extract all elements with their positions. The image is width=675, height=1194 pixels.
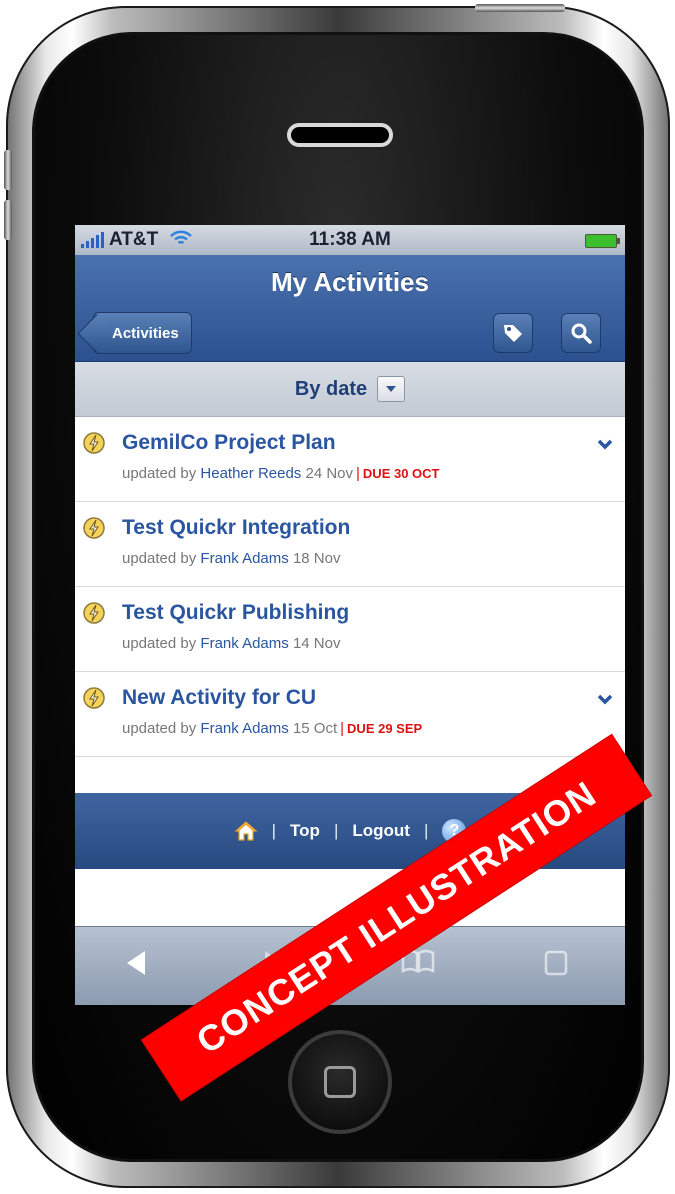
sort-bar[interactable]: By date (75, 362, 625, 417)
sort-label: By date (294, 377, 368, 400)
updated-date: 24 Nov (305, 465, 354, 482)
tag-icon (504, 325, 522, 342)
activity-title[interactable]: Test Quickr Publishing (122, 601, 349, 625)
updated-by-label: updated by (122, 635, 197, 652)
updated-date: 18 Nov (292, 550, 341, 567)
back-arrow-icon[interactable] (123, 949, 149, 977)
author-link[interactable]: Frank Adams (200, 550, 288, 567)
page-title: My Activities (271, 267, 429, 297)
nav-bar: My Activities Activities (75, 255, 625, 362)
activity-meta: updated by Frank Adams 15 Oct | DUE 29 SEP (122, 720, 422, 737)
search-button[interactable] (561, 313, 601, 353)
author-link[interactable]: Frank Adams (200, 720, 288, 737)
back-button-label: Activities (112, 324, 179, 342)
screen: AT&T 11:38 AM My Activities Activities B… (75, 225, 625, 1005)
due-separator: | (356, 465, 360, 482)
activity-icon (83, 687, 105, 709)
sleep-button (475, 4, 565, 12)
volume-button (4, 200, 12, 240)
sort-dropdown-button[interactable] (377, 376, 406, 402)
updated-date: 14 Nov (292, 635, 341, 652)
updated-by-label: updated by (122, 720, 197, 737)
activity-icon (83, 602, 105, 624)
back-button[interactable]: Activities (93, 312, 192, 354)
battery-icon (585, 234, 620, 248)
chevron-down-icon[interactable] (597, 694, 613, 706)
updated-by-label: updated by (122, 550, 197, 567)
activity-icon (83, 432, 105, 454)
home-square-icon (324, 1066, 356, 1098)
activity-title[interactable]: GemilCo Project Plan (122, 431, 336, 455)
activity-meta: updated by Frank Adams 14 Nov (122, 635, 340, 652)
due-date: DUE 29 SEP (347, 721, 423, 736)
due-separator: | (340, 720, 345, 737)
footer-divider: | (271, 821, 277, 840)
activity-row[interactable]: GemilCo Project Plan updated by Heather … (75, 417, 625, 502)
logout-link[interactable]: Logout (352, 821, 410, 841)
activity-row[interactable]: Test Quickr Publishing updated by Frank … (75, 587, 625, 672)
footer-divider: | (333, 821, 339, 840)
activity-list: GemilCo Project Plan updated by Heather … (75, 417, 625, 757)
home-button[interactable] (288, 1030, 392, 1134)
clock: 11:38 AM (309, 229, 391, 250)
home-icon[interactable] (234, 820, 258, 842)
updated-by-label: updated by (122, 465, 197, 482)
activity-title[interactable]: New Activity for CU (122, 686, 316, 710)
due-date: DUE 30 OCT (362, 466, 440, 481)
activity-row[interactable]: Test Quickr Integration updated by Frank… (75, 502, 625, 587)
updated-date: 15 Oct (292, 720, 338, 737)
author-link[interactable]: Frank Adams (200, 635, 288, 652)
activity-meta: updated by Heather Reeds 24 Nov | DUE 30 O… (122, 465, 440, 482)
tags-button[interactable] (493, 313, 533, 353)
volume-button (4, 150, 12, 190)
chevron-down-icon (386, 386, 397, 392)
chevron-down-icon[interactable] (597, 439, 613, 451)
search-icon (571, 323, 592, 344)
footer-divider: | (423, 821, 429, 840)
earpiece-speaker (287, 123, 393, 147)
top-link[interactable]: Top (290, 821, 320, 841)
activity-row[interactable]: New Activity for CU updated by Frank Ada… (75, 672, 625, 757)
status-bar: AT&T 11:38 AM (75, 225, 625, 255)
activity-meta: updated by Frank Adams 18 Nov (122, 550, 340, 567)
activity-icon (83, 517, 105, 539)
activity-title[interactable]: Test Quickr Integration (122, 516, 350, 540)
pages-icon[interactable] (543, 949, 569, 977)
author-link[interactable]: Heather Reeds (200, 465, 301, 482)
